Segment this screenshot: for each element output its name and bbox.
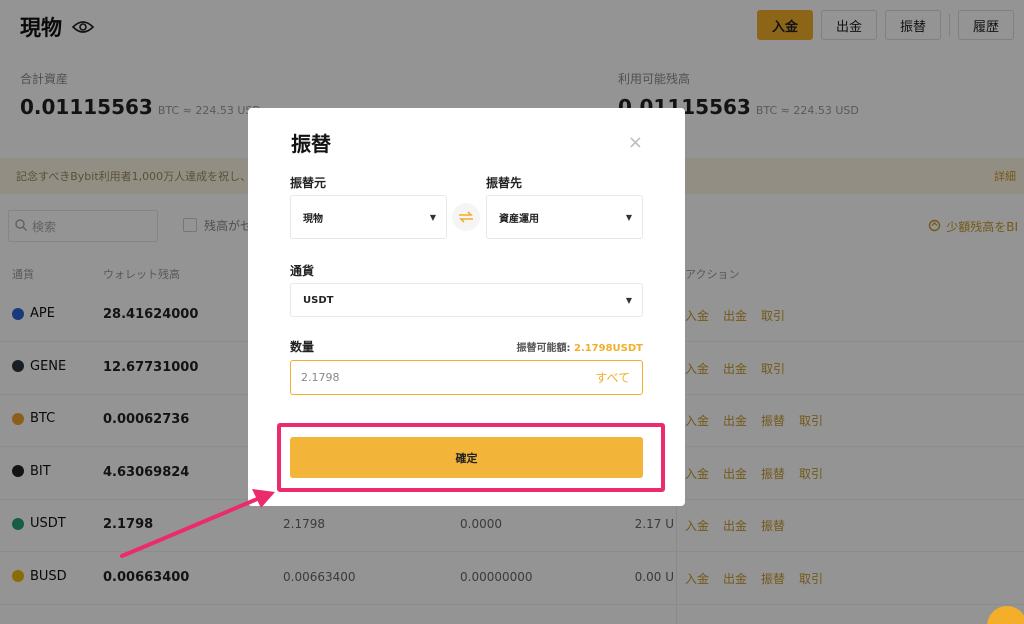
spot-wallet-page: 現物 入金 出金 振替 履歴 合計資産 0.01115563 BTC ≈ 224.… xyxy=(0,0,1024,624)
annotation-arrow xyxy=(120,489,275,558)
